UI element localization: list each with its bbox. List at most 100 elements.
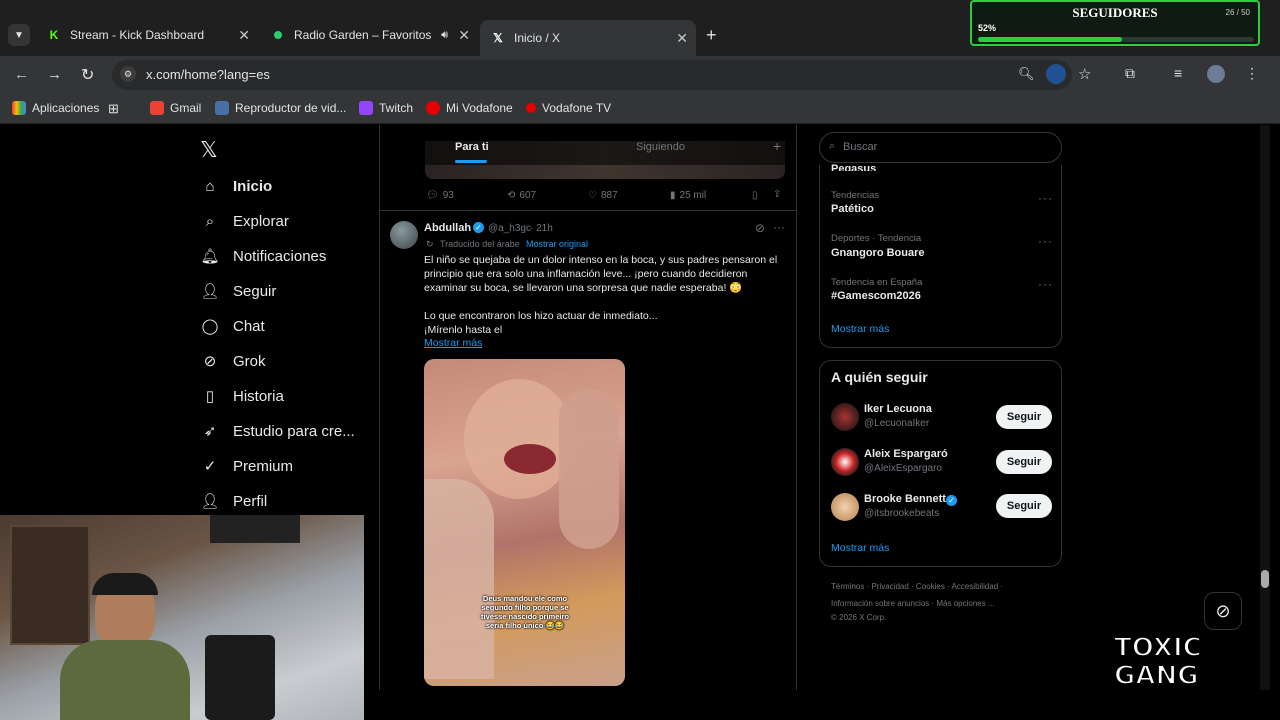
trend-name[interactable]: #Gamescom2026 bbox=[831, 290, 921, 302]
suggested-user-name[interactable]: Iker Lecuona bbox=[864, 403, 932, 415]
close-tab-icon[interactable]: ✕ bbox=[458, 27, 470, 44]
suggested-user-handle[interactable]: @AleixEspargaro bbox=[864, 463, 942, 474]
bookmark-video-player[interactable]: Reproductor de vid... bbox=[215, 101, 346, 115]
who-to-follow-show-more[interactable]: Mostrar más bbox=[831, 542, 889, 554]
menu-icon[interactable]: ⋮ bbox=[1245, 65, 1259, 82]
footer-link[interactable]: Accesibilidad bbox=[952, 582, 999, 591]
tab-kick[interactable]: K Stream - Kick Dashboard ✕ bbox=[36, 20, 258, 50]
show-original-link[interactable]: Mostrar original bbox=[526, 239, 588, 249]
trend-name[interactable]: Gnangoro Bouare bbox=[831, 247, 925, 259]
bookmark-vodafone-tv[interactable]: Vodafone TV bbox=[526, 101, 611, 115]
nav-profile[interactable]: 👤︎ Perfil bbox=[200, 491, 267, 511]
search-icon: ⌕ bbox=[205, 212, 215, 230]
suggested-user-handle[interactable]: @LecuonaIker bbox=[864, 418, 929, 429]
bookmark-twitch[interactable]: Twitch bbox=[359, 101, 413, 115]
suggested-user-name[interactable]: Brooke Bennett bbox=[864, 493, 946, 505]
extensions-icon[interactable]: ⧉ bbox=[1125, 65, 1135, 82]
bookmark-gmail[interactable]: Gmail bbox=[150, 101, 201, 115]
bookmark-apps[interactable]: Aplicaciones bbox=[12, 101, 99, 115]
scrollbar-thumb[interactable] bbox=[1261, 570, 1269, 588]
speaker-icon[interactable]: 🔊︎ bbox=[441, 29, 448, 42]
views-button[interactable]: ▮ 25 mil bbox=[670, 190, 706, 201]
profile-icon: 👤︎ bbox=[200, 493, 220, 510]
avatar[interactable] bbox=[831, 493, 859, 521]
footer-link[interactable]: Información sobre anuncios bbox=[831, 599, 929, 608]
tab-label: Inicio / X bbox=[514, 31, 561, 45]
follow-button[interactable]: Seguir bbox=[996, 494, 1052, 518]
tab-following[interactable]: Siguiendo bbox=[636, 141, 685, 153]
views-count: 25 mil bbox=[679, 190, 707, 201]
grok-float-button[interactable]: ⊘ bbox=[1204, 592, 1242, 630]
nav-label: Seguir bbox=[233, 282, 277, 300]
toxic-gang-logo: TOXIC GANG bbox=[1108, 633, 1238, 706]
grok-icon[interactable]: ⊘ bbox=[755, 221, 765, 235]
nav-creator-studio[interactable]: ➶ Estudio para cre... bbox=[200, 421, 355, 441]
nav-chat[interactable]: ◯ Chat bbox=[200, 316, 265, 336]
nav-follow[interactable]: 👤︎ Seguir bbox=[200, 281, 276, 301]
active-tab-indicator bbox=[455, 160, 487, 163]
search-icon: ⌕ bbox=[829, 140, 836, 152]
author-handle[interactable]: @a_h3gc bbox=[488, 223, 531, 234]
nav-explore[interactable]: ⌕ Explorar bbox=[200, 211, 289, 231]
bookmark-tweet-icon[interactable]: ▯ bbox=[752, 190, 758, 201]
footer-link[interactable]: Cookies bbox=[916, 582, 945, 591]
footer-link[interactable]: Más opciones ... bbox=[936, 599, 994, 608]
more-options-icon[interactable]: ··· bbox=[773, 220, 785, 234]
nav-notifications[interactable]: 🔔︎ Notificaciones bbox=[200, 246, 326, 266]
close-tab-icon[interactable]: ✕ bbox=[238, 27, 250, 44]
avatar[interactable] bbox=[831, 403, 859, 431]
author-name[interactable]: Abdullah bbox=[424, 222, 471, 234]
like-button[interactable]: ♡ 887 bbox=[588, 190, 618, 201]
nav-bookmarks[interactable]: ▯ Historia bbox=[200, 386, 284, 406]
retweet-button[interactable]: ⟲ 607 bbox=[507, 190, 536, 201]
add-tab-icon[interactable]: + bbox=[773, 138, 781, 154]
nav-grok[interactable]: ⊘ Grok bbox=[200, 351, 266, 371]
reply-button[interactable]: 💬︎ 93 bbox=[426, 190, 454, 201]
footer-link[interactable]: Términos bbox=[831, 582, 864, 591]
tweet-text: ¡Mírenlo hasta el bbox=[424, 324, 503, 336]
followers-percent: 52% bbox=[978, 23, 997, 33]
tab-label: Radio Garden – Favoritos bbox=[294, 28, 432, 42]
page-scrollbar[interactable] bbox=[1260, 125, 1270, 690]
site-info-icon[interactable]: ⚙ bbox=[120, 66, 136, 82]
bookmark-star-icon[interactable]: ☆ bbox=[1078, 65, 1091, 83]
footer-link[interactable]: Privacidad bbox=[871, 582, 908, 591]
media-control-icon[interactable]: ≡ bbox=[1174, 65, 1182, 81]
share-icon[interactable]: ⇪ bbox=[773, 189, 781, 200]
reload-icon[interactable]: ↻ bbox=[81, 65, 94, 85]
show-more-link[interactable]: Mostrar más bbox=[424, 337, 482, 349]
trend-more-icon[interactable]: ··· bbox=[1038, 191, 1053, 205]
bookmark-mi-vodafone[interactable]: Mi Vodafone bbox=[426, 101, 513, 115]
profile-avatar[interactable] bbox=[1207, 65, 1225, 83]
suggested-user-name[interactable]: Aleix Espargaró bbox=[864, 448, 948, 460]
trends-show-more[interactable]: Mostrar más bbox=[831, 323, 889, 335]
author-avatar[interactable] bbox=[390, 221, 418, 249]
new-tab-button[interactable]: + bbox=[706, 25, 717, 46]
x-logo-icon[interactable]: 𝕏 bbox=[200, 137, 218, 163]
zoom-icon[interactable]: 🔍︎ bbox=[1018, 66, 1035, 82]
trend-more-icon[interactable]: ··· bbox=[1038, 277, 1053, 291]
tweet-time[interactable]: · 21h bbox=[530, 223, 553, 234]
suggested-user-handle[interactable]: @itsbrookebeats bbox=[864, 508, 939, 519]
nav-premium[interactable]: ✓ Premium bbox=[200, 456, 293, 476]
tab-search-button[interactable]: ▼ bbox=[8, 24, 30, 46]
avatar[interactable] bbox=[831, 448, 859, 476]
nav-home[interactable]: ⌂ Inicio bbox=[200, 176, 272, 196]
back-icon[interactable]: ← bbox=[14, 66, 29, 83]
url-text[interactable]: x.com/home?lang=es bbox=[146, 67, 270, 82]
cast-icon[interactable] bbox=[1046, 64, 1066, 84]
follow-button[interactable]: Seguir bbox=[996, 450, 1052, 474]
tab-for-you[interactable]: Para ti bbox=[455, 141, 489, 153]
trend-partial[interactable]: Pegasus bbox=[831, 163, 876, 171]
trend-name[interactable]: Patético bbox=[831, 203, 874, 215]
tab-radio-garden[interactable]: Radio Garden – Favoritos 🔊︎ ✕ bbox=[260, 20, 478, 50]
retweet-icon: ⟲ bbox=[507, 190, 516, 201]
tab-x-home[interactable]: 𝕏 Inicio / X ✕ bbox=[480, 20, 696, 56]
footer-links: Información sobre anuncios · Más opcione… bbox=[831, 599, 995, 608]
tweet-media-video[interactable]: Deus mandou ele como segundo filho porqu… bbox=[424, 359, 625, 686]
forward-icon[interactable]: → bbox=[47, 66, 62, 83]
grid-icon[interactable]: ⊞ bbox=[108, 101, 119, 117]
close-tab-icon[interactable]: ✕ bbox=[676, 30, 688, 47]
trend-more-icon[interactable]: ··· bbox=[1038, 234, 1053, 248]
follow-button[interactable]: Seguir bbox=[996, 405, 1052, 429]
